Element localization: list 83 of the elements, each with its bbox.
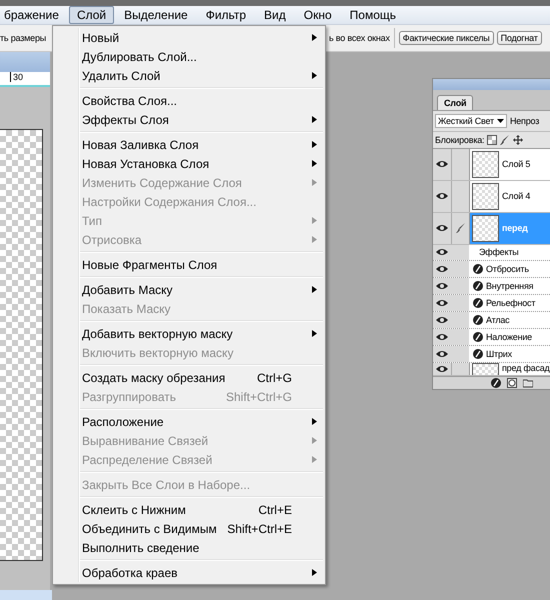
view-button[interactable]: Подогнат <box>496 31 542 45</box>
layer-name: Слой 5 <box>502 159 530 170</box>
menu-entry[interactable]: Новая Заливка Слоя <box>53 135 325 154</box>
ruler-number: 30 <box>10 72 24 82</box>
menu-entry[interactable]: Обработка краев <box>53 563 325 582</box>
menu-entry[interactable]: Новый <box>53 28 325 47</box>
menu-entry[interactable]: Свойства Слоя... <box>53 91 325 110</box>
effect-row[interactable]: Наложение <box>433 329 550 346</box>
shortcut-label: Ctrl+G <box>256 370 292 384</box>
menu-item[interactable]: Помощь <box>342 6 404 24</box>
option-label: ть размеры <box>0 33 48 43</box>
menu-item[interactable]: Выделение <box>116 6 196 24</box>
submenu-arrow-icon <box>312 116 317 123</box>
option-label: ь во всех окнах <box>329 33 390 43</box>
effect-icon <box>473 264 483 274</box>
submenu-arrow-icon <box>312 179 317 186</box>
effect-row[interactable]: Внутренняя <box>433 278 550 296</box>
layer-row[interactable]: Слой 4 <box>433 180 550 213</box>
menu-item[interactable]: Фильтр <box>198 6 254 24</box>
layer-row[interactable]: Слой 5 <box>433 149 550 181</box>
menu-entry[interactable]: Новые Фрагменты Слоя <box>53 255 325 274</box>
menu-entry[interactable]: Расположение <box>53 412 325 431</box>
lock-label: Блокировка: <box>435 135 484 145</box>
effect-icon <box>473 281 483 292</box>
shortcut-label: Shift+Ctrl+G <box>226 390 292 404</box>
document-title-bar <box>0 52 50 72</box>
brush-icon <box>500 135 510 145</box>
brush-icon <box>456 223 466 234</box>
effect-row[interactable]: Атлас <box>433 312 550 330</box>
effect-icon <box>473 298 483 308</box>
blend-mode-dropdown[interactable]: Жесткий Свет <box>435 114 507 128</box>
effect-row[interactable]: Штрих <box>433 346 550 363</box>
view-button[interactable]: Фактические пикселы <box>398 31 494 45</box>
submenu-arrow-icon <box>312 330 317 337</box>
status-bar <box>0 590 52 600</box>
submenu-arrow-icon <box>312 569 317 576</box>
submenu-arrow-icon <box>312 437 317 444</box>
submenu-arrow-icon <box>312 217 317 224</box>
mask-icon <box>507 378 517 388</box>
effect-icon <box>473 315 483 326</box>
layer-name: пред фасад <box>502 362 550 373</box>
submenu-arrow-icon <box>312 456 317 463</box>
menu-item[interactable]: Вид <box>256 6 294 24</box>
layer-thumbnail <box>472 214 499 242</box>
menu-entry[interactable]: Дублировать Слой... <box>53 47 325 66</box>
caret-icon <box>496 119 504 123</box>
submenu-arrow-icon <box>312 418 317 425</box>
effect-icon <box>473 349 483 360</box>
menu-entry[interactable]: Добавить Маску <box>53 280 325 299</box>
submenu-arrow-icon <box>312 72 317 79</box>
menu-item[interactable]: Слой <box>68 6 114 24</box>
effects-label: Эффекты <box>478 247 519 258</box>
layer-row[interactable]: пред фасад <box>433 362 550 376</box>
layer-thumbnail <box>472 182 499 210</box>
submenu-arrow-icon <box>312 236 317 243</box>
menu-entry[interactable]: Новая Установка Слоя <box>53 154 325 173</box>
layer-name: Слой 4 <box>502 191 530 202</box>
menu-item[interactable]: бражение <box>0 6 67 24</box>
submenu-arrow-icon <box>312 160 317 167</box>
submenu-arrow-icon <box>312 34 317 41</box>
layer-thumbnail <box>472 362 499 375</box>
menu-entry[interactable]: Эффекты Слоя <box>53 110 325 129</box>
menu-entry[interactable]: Добавить векторную маску <box>53 324 325 343</box>
menu-entry[interactable]: Объединить с Видимым Shift+Ctrl+E <box>53 519 325 538</box>
menu-entry[interactable]: Создать маску обрезания Ctrl+G <box>53 368 325 387</box>
effect-icon <box>473 332 483 342</box>
menu-entry[interactable]: Склеить с Нижним Ctrl+E <box>53 500 325 519</box>
menu-item[interactable]: Окно <box>296 6 340 24</box>
layer-thumbnail <box>472 150 499 178</box>
menu-entry[interactable]: Удалить Слой <box>53 66 325 85</box>
panel-tab[interactable]: Слой <box>437 95 474 110</box>
move-icon <box>513 135 524 145</box>
effect-row[interactable]: Рельефност <box>433 295 550 312</box>
effect-row[interactable]: Отбросить <box>433 261 550 278</box>
opacity-label: Непроз <box>510 116 540 126</box>
submenu-arrow-icon <box>312 141 317 148</box>
lock-transparency-icon <box>487 135 498 145</box>
layer-name: перед <box>502 223 528 234</box>
menu-entry[interactable]: Выполнить сведение <box>53 538 325 557</box>
shortcut-label: Shift+Ctrl+E <box>227 522 292 536</box>
effect-icon <box>491 378 501 388</box>
shortcut-label: Ctrl+E <box>258 502 292 516</box>
submenu-arrow-icon <box>312 286 317 293</box>
